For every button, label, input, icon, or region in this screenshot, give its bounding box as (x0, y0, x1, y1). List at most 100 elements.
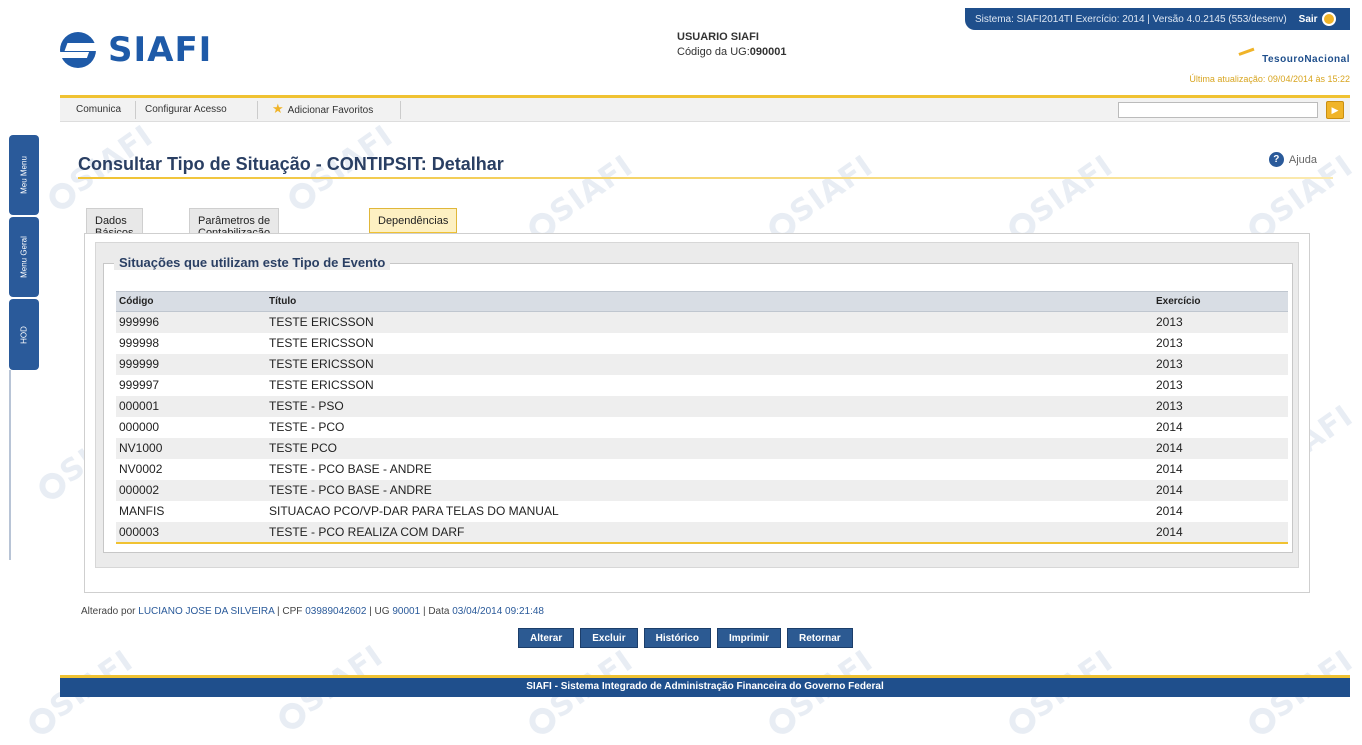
menubar: Comunica Configurar Acesso ★ Adicionar Fa… (60, 95, 1350, 122)
tab-dependencias[interactable]: Dependências (369, 208, 458, 234)
cell-exercicio: 2014 (1153, 437, 1288, 459)
dependencies-fieldset: Situações que utilizam este Tipo de Even… (103, 255, 1293, 553)
cell-exercicio: 2013 (1153, 332, 1288, 354)
cell-codigo: 999999 (116, 353, 266, 375)
table-row[interactable]: 000001 TESTE - PSO 2013 (116, 395, 1288, 417)
cell-exercicio: 2013 (1153, 395, 1288, 417)
date-value: 03/04/2014 09:21:48 (452, 606, 544, 617)
menu-item-comunica[interactable]: Comunica (76, 104, 121, 115)
favoritos-label: Adicionar Favoritos (287, 105, 374, 116)
system-bar: Sistema: SIAFI2014TI Exercício: 2014 | V… (965, 8, 1350, 30)
action-buttons: Alterar Excluir Histórico Imprimir Retor… (518, 628, 853, 648)
cell-titulo: TESTE ERICSSON (266, 353, 1153, 375)
table-row[interactable]: 000000 TESTE - PCO 2014 (116, 416, 1288, 438)
user-info: USUARIO SIAFI Código da UG:090001 (677, 30, 786, 60)
dependencies-table: Código Título Exercício 999996 TESTE ERIC… (116, 291, 1288, 544)
section-title: Situações que utilizam este Tipo de Even… (114, 255, 391, 270)
cell-titulo: TESTE - PCO (266, 416, 1153, 438)
cell-titulo: TESTE - PSO (266, 395, 1153, 417)
cell-exercicio: 2013 (1153, 374, 1288, 396)
help-icon: ? (1268, 152, 1284, 167)
cell-exercicio: 2013 (1153, 311, 1288, 333)
page-title: Consultar Tipo de Situação - CONTIPSIT: … (78, 154, 504, 174)
table-row[interactable]: 999997 TESTE ERICSSON 2013 (116, 374, 1288, 396)
logout-button[interactable]: Sair (1299, 14, 1318, 25)
table-row[interactable]: 999996 TESTE ERICSSON 2013 (116, 311, 1288, 333)
table-row[interactable]: 999999 TESTE ERICSSON 2013 (116, 353, 1288, 375)
panel-inner: Situações que utilizam este Tipo de Even… (95, 242, 1299, 568)
imprimir-button[interactable]: Imprimir (716, 628, 781, 648)
cpf-link[interactable]: 03989042602 (305, 606, 366, 617)
cell-exercicio: 2014 (1153, 458, 1288, 480)
menu-item-configurar-acesso[interactable]: Configurar Acesso (145, 104, 227, 115)
cell-codigo: 000002 (116, 479, 266, 501)
ug-label: | UG (369, 606, 390, 617)
cell-titulo: TESTE ERICSSON (266, 332, 1153, 354)
cell-exercicio: 2014 (1153, 479, 1288, 501)
user-label: USUARIO SIAFI (677, 31, 759, 43)
header: SIAFI USUARIO SIAFI Código da UG:090001 … (56, 0, 1350, 95)
cell-codigo: 000000 (116, 416, 266, 438)
table-row[interactable]: NV0002 TESTE - PCO BASE - ANDRE 2014 (116, 458, 1288, 480)
table-row[interactable]: MANFIS SITUACAO PCO/VP-DAR PARA TELAS DO … (116, 500, 1288, 522)
watermark: SIAFI (1001, 149, 1120, 247)
watermark: SIAFI (521, 149, 640, 247)
cell-codigo: 999997 (116, 374, 266, 396)
column-header-codigo[interactable]: Código (116, 291, 266, 312)
ug-prefix: Código da UG: (677, 46, 750, 58)
cell-codigo: MANFIS (116, 500, 266, 522)
cell-codigo: 000003 (116, 521, 266, 544)
menu-divider (135, 101, 136, 119)
cell-titulo: TESTE ERICSSON (266, 311, 1153, 333)
table-header-row: Código Título Exercício (116, 291, 1288, 312)
side-tab-meu-menu[interactable]: Meu Menu (9, 135, 39, 215)
cell-exercicio: 2014 (1153, 416, 1288, 438)
tab-parametros-contabilizacao[interactable]: Parâmetros de Contabilização (189, 208, 280, 239)
menu-item-adicionar-favoritos[interactable]: ★ Adicionar Favoritos (272, 101, 373, 117)
tab-panel: Situações que utilizam este Tipo de Even… (84, 233, 1310, 593)
logo-text: SIAFI (108, 30, 213, 70)
side-divider (9, 370, 11, 560)
table-row[interactable]: NV1000 TESTE PCO 2014 (116, 437, 1288, 459)
watermark: SIAFI (761, 149, 880, 247)
system-info: Sistema: SIAFI2014TI Exercício: 2014 | V… (975, 13, 1287, 25)
altered-by-user-link[interactable]: LUCIANO JOSE DA SILVEIRA (138, 606, 274, 617)
retornar-button[interactable]: Retornar (786, 628, 853, 648)
alterar-button[interactable]: Alterar (518, 628, 575, 648)
side-tab-menu-geral[interactable]: Menu Geral (9, 217, 39, 297)
search-go-icon[interactable]: ▶ (1326, 101, 1344, 119)
ug-link[interactable]: 90001 (392, 606, 420, 617)
table-row[interactable]: 000003 TESTE - PCO REALIZA COM DARF 2014 (116, 521, 1288, 544)
logout-icon[interactable] (1321, 12, 1336, 26)
cell-titulo: TESTE - PCO REALIZA COM DARF (266, 521, 1153, 544)
menu-divider (400, 101, 401, 119)
cell-codigo: NV1000 (116, 437, 266, 459)
ug-code: 090001 (749, 46, 787, 58)
column-header-titulo[interactable]: Título (266, 291, 1153, 312)
help-label: Ajuda (1288, 153, 1317, 166)
excluir-button[interactable]: Excluir (580, 628, 638, 648)
cell-exercicio: 2013 (1153, 353, 1288, 375)
tesouro-label: TesouroNacional (1262, 54, 1350, 65)
historico-button[interactable]: Histórico (643, 628, 711, 648)
last-update: Última atualização: 09/04/2014 às 15:22 (1189, 74, 1350, 84)
cell-codigo: NV0002 (116, 458, 266, 480)
cell-titulo: SITUACAO PCO/VP-DAR PARA TELAS DO MANUAL (266, 500, 1153, 522)
cell-codigo: 999996 (116, 311, 266, 333)
star-icon: ★ (272, 101, 284, 116)
column-header-exercicio[interactable]: Exercício (1153, 291, 1288, 312)
table-row[interactable]: 000002 TESTE - PCO BASE - ANDRE 2014 (116, 479, 1288, 501)
table-row[interactable]: 999998 TESTE ERICSSON 2013 (116, 332, 1288, 354)
altered-by-label: Alterado por (81, 606, 136, 617)
help-link[interactable]: ? Ajuda (1268, 152, 1317, 167)
title-divider (78, 177, 1333, 179)
siafi-logo: SIAFI (56, 30, 213, 70)
tesouro-logo: TesouroNacional (1238, 47, 1350, 65)
audit-info: Alterado por LUCIANO JOSE DA SILVEIRA | … (81, 606, 544, 617)
cell-titulo: TESTE - PCO BASE - ANDRE (266, 458, 1153, 480)
menu-search-input[interactable] (1118, 102, 1318, 118)
side-tab-hod[interactable]: HOD (9, 299, 39, 370)
menu-divider (257, 101, 258, 119)
side-tabs: Meu Menu Menu Geral HOD (9, 135, 39, 370)
tab-dados-basicos[interactable]: Dados Básicos (86, 208, 143, 239)
